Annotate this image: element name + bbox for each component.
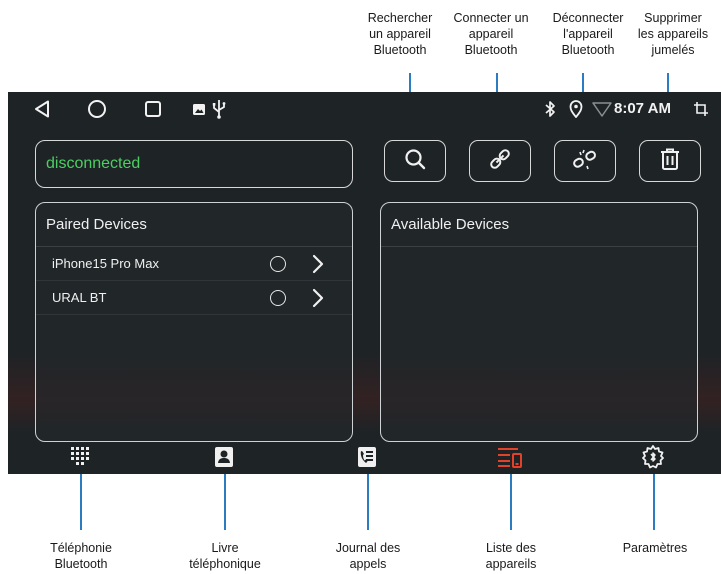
clock: 8:07 AM [614,100,671,117]
callout-connect-device: Connecter un appareil Bluetooth [453,11,529,57]
nav-contacts[interactable] [204,444,244,474]
link-icon [488,147,512,176]
device-list-icon [497,446,523,473]
available-devices-title: Available Devices [381,203,697,247]
nav-call-log[interactable] [347,444,387,474]
unlink-icon [572,147,598,176]
delete-paired-button[interactable] [639,140,701,182]
paired-devices-panel: Paired Devices iPhone15 Pro Max URAL BT [35,202,353,442]
callout-line [653,474,655,530]
callout-line [224,474,226,530]
callout-line [80,474,82,530]
callout-line [510,474,512,530]
list-item[interactable]: iPhone15 Pro Max [36,247,352,281]
connection-status-field: disconnected [35,140,353,188]
home-icon[interactable] [85,98,109,120]
settings-icon [641,444,665,474]
status-bar: 8:07 AM [8,92,721,126]
radio-button[interactable] [270,290,286,306]
nav-bluetooth-phone[interactable] [61,444,101,474]
call-log-icon [356,446,378,473]
paired-devices-title: Paired Devices [36,203,352,247]
device-name: iPhone15 Pro Max [52,256,159,271]
callout-contacts: Livre téléphonique [189,541,261,571]
nav-settings[interactable] [633,444,673,474]
search-device-button[interactable] [384,140,446,182]
wifi-icon [592,98,612,120]
callout-device-list: Liste des appareils [485,541,537,571]
radio-button[interactable] [270,256,286,272]
callout-disconnect-device: Déconnecter l'appareil Bluetooth [552,11,624,57]
gallery-icon [191,98,207,120]
bottom-nav-bar [8,444,721,474]
head-unit-screen: 8:07 AM disconnected Paired Devices iPho… [8,92,721,474]
chevron-right-icon[interactable] [308,253,328,275]
list-item[interactable]: URAL BT [36,281,352,315]
usb-icon [210,98,228,120]
location-icon [568,98,584,120]
connection-status-text: disconnected [46,155,141,172]
contacts-icon [213,446,235,473]
trash-icon [659,147,681,176]
recents-icon[interactable] [141,98,165,120]
callout-bluetooth-phone: Téléphonie Bluetooth [50,541,112,571]
chevron-right-icon[interactable] [308,287,328,309]
nav-device-list[interactable] [490,444,530,474]
callout-line [367,474,369,530]
callout-settings: Paramètres [622,541,688,555]
device-name: URAL BT [52,290,107,305]
available-devices-panel: Available Devices [380,202,698,442]
back-icon[interactable] [30,98,54,120]
search-icon [403,147,427,176]
callout-call-log: Journal des appels [335,541,401,571]
dialpad-icon [69,446,93,473]
callout-delete-paired: Supprimer les appareils jumelés [637,11,709,57]
bluetooth-icon [543,98,557,120]
callout-search-device: Rechercher un appareil Bluetooth [367,11,433,57]
disconnect-device-button[interactable] [554,140,616,182]
connect-device-button[interactable] [469,140,531,182]
screenshot-icon[interactable] [692,98,710,120]
